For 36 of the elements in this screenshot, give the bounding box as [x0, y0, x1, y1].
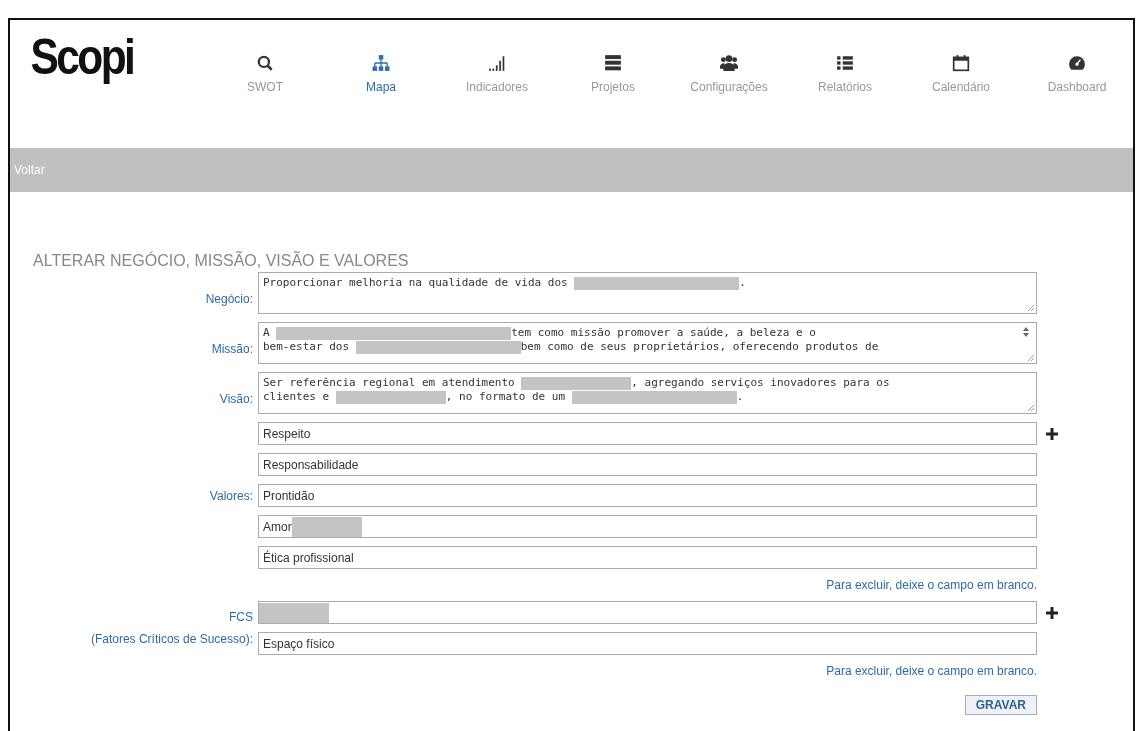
hint-text: Para excluir, deixe o campo em branco.: [826, 578, 1037, 592]
scroll-arrows-icon[interactable]: [1022, 326, 1030, 338]
resize-grip-icon[interactable]: [1027, 354, 1035, 362]
signal-bars-icon: [488, 54, 506, 72]
gauge-icon: [1068, 54, 1086, 72]
text-area[interactable]: Ser referência regional em atendimento , agregando serviços inovadores para os clientes e , no formato de um .: [258, 372, 1037, 414]
list-icon: [836, 54, 854, 72]
form-title: ALTERAR NEGÓCIO, MISSÃO, VISÃO E VALORES: [33, 252, 410, 270]
text-input[interactable]: Responsabilidade: [258, 453, 1037, 476]
field-label: FCS: [229, 610, 253, 624]
search-icon: [256, 54, 274, 72]
text-input[interactable]: [258, 601, 1037, 624]
text-input[interactable]: Respeito: [258, 422, 1037, 445]
text-input[interactable]: Amor: [258, 515, 1037, 538]
logo[interactable]: Scopi: [10, 20, 188, 82]
hierarchy-icon: [372, 54, 390, 72]
people-icon: [720, 54, 738, 72]
resize-grip-icon[interactable]: [1027, 404, 1035, 412]
field-label: Valores:: [209, 488, 253, 503]
text-input[interactable]: Ética profissional: [258, 546, 1037, 569]
text-area[interactable]: Proporcionar melhoria na qualidade de vida dos .: [258, 272, 1037, 314]
field-label: Missão:: [210, 341, 253, 358]
text-input[interactable]: Prontidão: [258, 484, 1037, 507]
field-label: Negócio:: [204, 291, 253, 308]
stacked-bars-icon: [604, 54, 622, 72]
hint-text: Para excluir, deixe o campo em branco.: [826, 664, 1037, 678]
text-area[interactable]: A tem como missão promover a saúde, a beleza e o bem-estar dos bem como de seus proprietários, oferecendo produtos de: [258, 322, 1037, 364]
plus-icon[interactable]: [1046, 606, 1058, 619]
field-label: Visão:: [218, 391, 253, 408]
field-label: (Fatores Críticos de Sucesso):: [90, 632, 253, 646]
calendar-icon: [952, 54, 970, 72]
save-button[interactable]: GRAVAR: [964, 695, 1037, 715]
resize-grip-icon[interactable]: [1027, 304, 1035, 312]
plus-icon[interactable]: [1046, 427, 1058, 440]
text-input[interactable]: Espaço físico: [258, 632, 1037, 655]
nav-tab[interactable]: Mapa: [335, 54, 427, 94]
